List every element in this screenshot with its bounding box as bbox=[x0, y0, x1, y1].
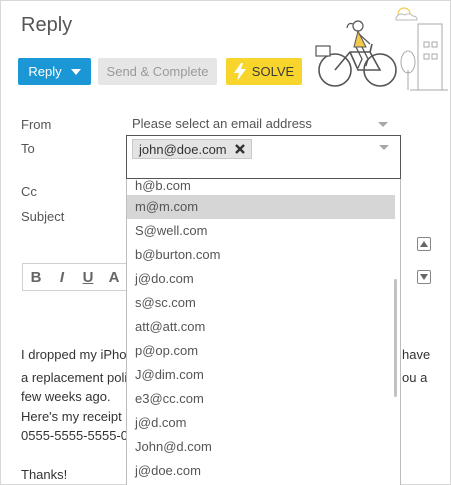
from-select[interactable]: Please select an email address bbox=[132, 116, 400, 134]
font-color-button[interactable]: A bbox=[101, 269, 127, 286]
message-line-4: Here's my receipt bbox=[21, 409, 122, 424]
reply-button[interactable]: Reply bbox=[18, 58, 91, 85]
bold-button[interactable]: B bbox=[23, 269, 49, 286]
dropdown-option[interactable]: b@burton.com bbox=[127, 243, 395, 267]
solve-button[interactable]: SOLVE bbox=[226, 58, 302, 85]
expand-down-button[interactable] bbox=[417, 270, 431, 284]
send-complete-label: Send & Complete bbox=[106, 64, 209, 79]
chevron-down-icon[interactable] bbox=[379, 145, 389, 150]
to-field[interactable]: john@doe.com bbox=[126, 135, 401, 179]
solve-button-label: SOLVE bbox=[251, 64, 295, 79]
remove-chip-icon[interactable] bbox=[234, 144, 245, 154]
message-line-2: a replacement poli bbox=[21, 370, 128, 385]
from-label: From bbox=[21, 117, 52, 132]
message-line-1: I dropped my iPho bbox=[21, 347, 127, 362]
message-line-2-end: ou a bbox=[402, 370, 428, 385]
dropdown-option[interactable]: p@op.com bbox=[127, 339, 395, 363]
cc-label: Cc bbox=[21, 184, 37, 199]
to-label: To bbox=[21, 141, 35, 156]
message-line-1-end: have bbox=[402, 347, 431, 362]
send-complete-button[interactable]: Send & Complete bbox=[98, 58, 217, 85]
dropdown-option[interactable]: att@att.com bbox=[127, 315, 395, 339]
page-title: Reply bbox=[21, 14, 73, 36]
dropdown-option[interactable]: John@d.com bbox=[127, 435, 395, 459]
dropdown-option-highlighted[interactable]: m@m.com bbox=[127, 195, 395, 219]
dropdown-option[interactable]: j@do.com bbox=[127, 267, 395, 291]
dropdown-option[interactable]: J@dim.com bbox=[127, 363, 395, 387]
dropdown-scrollbar[interactable] bbox=[394, 279, 397, 397]
lightning-icon bbox=[233, 62, 246, 81]
message-line-3: few weeks ago. bbox=[21, 389, 111, 404]
recipient-chip[interactable]: john@doe.com bbox=[132, 139, 252, 159]
chevron-up-icon bbox=[420, 241, 428, 247]
recipient-dropdown[interactable]: h@b.com m@m.com S@well.com b@burton.com … bbox=[126, 179, 401, 485]
collapse-up-button[interactable] bbox=[417, 237, 431, 251]
message-line-6: Thanks! bbox=[21, 467, 68, 482]
chevron-down-icon[interactable] bbox=[378, 122, 388, 127]
message-line-5: 0555-5555-5555-0 bbox=[21, 428, 128, 443]
dropdown-option[interactable]: e3@cc.com bbox=[127, 387, 395, 411]
cyclist-illustration bbox=[315, 7, 448, 91]
reply-button-label: Reply bbox=[28, 64, 62, 79]
dropdown-option[interactable]: h@b.com bbox=[127, 179, 395, 195]
recipient-chip-label: john@doe.com bbox=[139, 141, 227, 157]
from-placeholder: Please select an email address bbox=[132, 116, 312, 131]
dropdown-option[interactable]: j@doe.com bbox=[127, 459, 395, 483]
dropdown-option[interactable]: s@sc.com bbox=[127, 291, 395, 315]
chevron-down-icon[interactable] bbox=[70, 68, 81, 75]
dropdown-option[interactable]: S@well.com bbox=[127, 219, 395, 243]
dropdown-option[interactable]: j@d.com bbox=[127, 411, 395, 435]
formatting-toolbar: B I U A bbox=[22, 263, 132, 291]
underline-button[interactable]: U bbox=[75, 269, 101, 286]
subject-label: Subject bbox=[21, 209, 65, 224]
italic-button[interactable]: I bbox=[49, 269, 75, 286]
chevron-down-icon bbox=[420, 274, 428, 280]
